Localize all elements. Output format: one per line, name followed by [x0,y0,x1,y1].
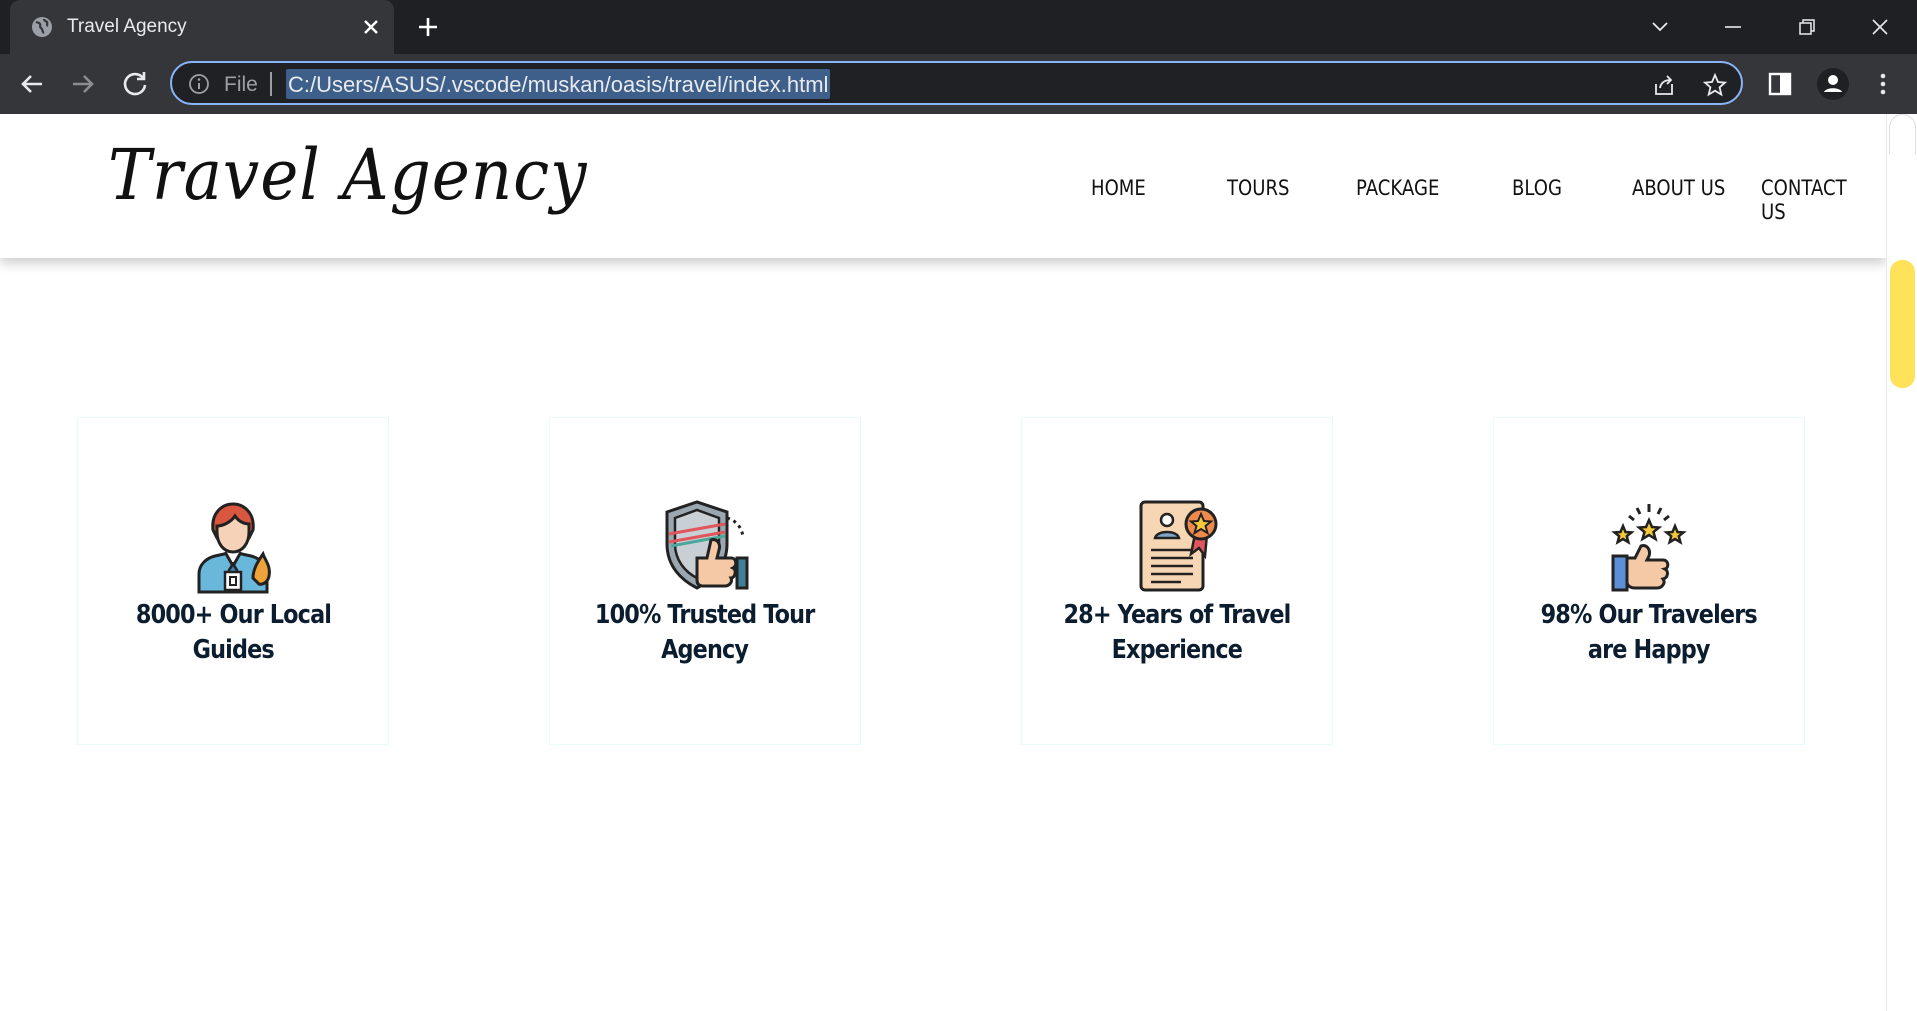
globe-icon [32,17,52,37]
nav-package[interactable]: PACKAGE [1356,176,1439,200]
feature-line-1: 98% Our Travelers [1540,600,1758,630]
minimize-icon[interactable] [1718,12,1748,42]
url-text[interactable]: C:/Users/ASUS/.vscode/muskan/oasis/trave… [286,69,831,99]
tab-title: Travel Agency [67,16,187,37]
feature-line-2: are Happy [1588,635,1711,665]
share-icon[interactable] [1651,72,1677,98]
scheme-separator [270,72,272,96]
page-viewport: Travel Agency HOME TOURS PACKAGE BLOG AB… [0,114,1886,1011]
feature-title: 28+ Years of Travel Experience [1022,598,1332,668]
feature-card-guides: 8000+ Our Local Guides [77,417,389,745]
feature-title: 98% Our Travelers are Happy [1494,598,1804,668]
scrollbar-thumb[interactable] [1890,260,1915,388]
certificate-icon [1139,500,1218,592]
browser-toolbar: File C:/Users/ASUS/.vscode/muskan/oasis/… [0,54,1917,114]
feature-line-2: Agency [661,635,749,665]
browser-tab[interactable]: Travel Agency [10,0,394,54]
reload-icon[interactable] [117,66,153,102]
side-panel-icon[interactable] [1765,69,1795,99]
feature-line-1: 28+ Years of Travel [1063,600,1291,630]
site-logo[interactable]: Travel Agency [108,134,587,216]
page-scrollbar[interactable] [1886,114,1917,1011]
restore-icon[interactable] [1792,12,1822,42]
feature-card-trusted: 100% Trusted Tour Agency [549,417,861,745]
forward-arrow-icon[interactable] [65,66,101,102]
close-icon[interactable] [357,13,385,41]
window-close-icon[interactable] [1865,12,1895,42]
feature-card-happy: 98% Our Travelers are Happy [1493,417,1805,745]
nav-tours[interactable]: TOURS [1227,176,1289,200]
nav-home[interactable]: HOME [1091,176,1146,200]
scheme-label: File [224,73,258,96]
plus-icon[interactable] [413,12,443,42]
stars-thumbs-up-icon [1611,504,1687,592]
tab-strip: Travel Agency [0,0,1917,54]
profile-icon[interactable] [1816,67,1850,101]
nav-contact-us[interactable]: CONTACT US [1761,176,1869,224]
address-bar[interactable]: File C:/Users/ASUS/.vscode/muskan/oasis/… [170,61,1743,105]
shield-thumbs-up-icon [665,500,749,590]
scrollbar-track-top [1889,114,1916,154]
feature-line-2: Experience [1111,635,1243,665]
nav-about-us[interactable]: ABOUT US [1632,176,1725,200]
feature-title: 8000+ Our Local Guides [78,598,388,668]
feature-line-1: 100% Trusted Tour [595,600,815,630]
info-icon[interactable] [188,73,210,95]
more-icon[interactable] [1868,69,1898,99]
guide-icon [197,502,271,594]
back-arrow-icon[interactable] [14,66,50,102]
feature-card-experience: 28+ Years of Travel Experience [1021,417,1333,745]
star-icon[interactable] [1702,72,1728,98]
feature-line-1: 8000+ Our Local [135,600,331,630]
feature-title: 100% Trusted Tour Agency [550,598,860,668]
nav-blog[interactable]: BLOG [1512,176,1562,200]
feature-line-2: Guides [192,635,274,665]
site-header: Travel Agency HOME TOURS PACKAGE BLOG AB… [0,114,1886,258]
chevron-down-icon[interactable] [1645,12,1675,42]
